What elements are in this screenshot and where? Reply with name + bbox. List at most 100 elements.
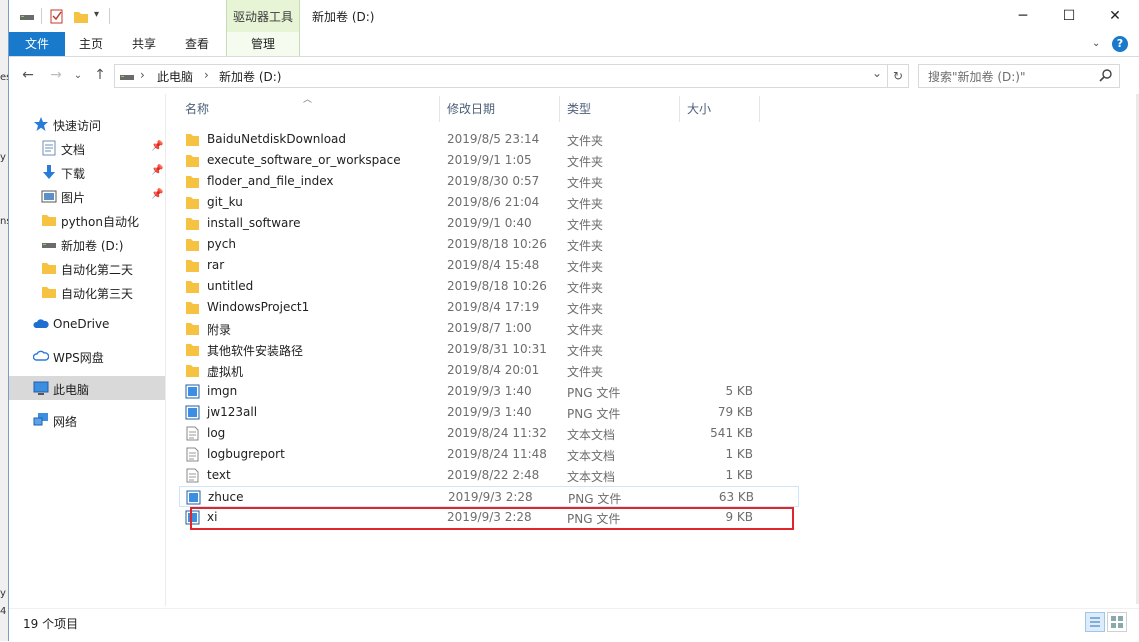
breadcrumb-separator[interactable]: › (140, 68, 145, 82)
sidebar-item-automation-day2[interactable]: 自动化第二天 (9, 256, 165, 280)
column-divider[interactable] (439, 96, 440, 122)
up-button[interactable]: ↑ (91, 66, 109, 84)
file-row[interactable]: text 2019/8/22 2:48 文本文档 1 KB (179, 465, 799, 486)
sidebar-item-python-automation[interactable]: python自动化 (9, 208, 165, 232)
details-view-button[interactable] (1085, 612, 1105, 632)
column-header-size[interactable]: 大小 (687, 100, 711, 117)
tab-home[interactable]: 主页 (71, 32, 111, 56)
minimize-button[interactable]: ─ (1000, 0, 1046, 32)
file-type: 文件夹 (567, 134, 604, 148)
file-date: 2019/9/3 1:40 (447, 405, 532, 419)
column-divider[interactable] (759, 96, 760, 122)
column-header-type[interactable]: 类型 (567, 100, 591, 117)
folder-icon (185, 363, 200, 378)
column-header-date[interactable]: 修改日期 (447, 100, 495, 117)
file-name: BaiduNetdiskDownload (207, 132, 347, 146)
explorer-window: ▾ 驱动器工具 新加卷 (D:) ─ ☐ ✕ 文件 主页 共享 查看 管理 ⌄ … (8, 0, 1139, 641)
tab-view[interactable]: 查看 (177, 32, 217, 56)
folder-icon (185, 153, 200, 168)
file-row[interactable]: imgn 2019/9/3 1:40 PNG 文件 5 KB (179, 381, 799, 402)
folder-icon (185, 216, 200, 231)
refresh-button[interactable]: ↻ (888, 64, 909, 88)
status-bar: 19 个项目 (9, 608, 1139, 642)
file-row[interactable]: 附录 2019/8/7 1:00 文件夹 (179, 318, 799, 339)
drive-small-icon[interactable] (19, 8, 35, 24)
customize-quick-access-icon[interactable]: ▾ (94, 9, 99, 20)
sidebar-item-downloads[interactable]: 下载 📌 (9, 160, 165, 184)
file-row[interactable]: BaiduNetdiskDownload 2019/8/5 23:14 文件夹 (179, 129, 799, 150)
sidebar-item-drive-d[interactable]: 新加卷 (D:) (9, 232, 165, 256)
sidebar-item-automation-day3[interactable]: 自动化第三天 (9, 280, 165, 304)
sidebar-item-quick-access[interactable]: 快速访问 (9, 112, 165, 136)
drive-icon (119, 68, 135, 87)
maximize-button[interactable]: ☐ (1046, 0, 1092, 32)
pin-icon[interactable]: 📌 (151, 165, 163, 176)
breadcrumb-this-pc[interactable]: 此电脑 (157, 68, 193, 85)
column-divider[interactable] (679, 96, 680, 122)
file-date: 2019/8/30 0:57 (447, 174, 540, 188)
file-row[interactable]: untitled 2019/8/18 10:26 文件夹 (179, 276, 799, 297)
file-date: 2019/8/24 11:48 (447, 447, 547, 461)
file-row[interactable]: pych 2019/8/18 10:26 文件夹 (179, 234, 799, 255)
file-type: 文件夹 (567, 176, 604, 190)
column-header-name[interactable]: 名称 (185, 100, 209, 117)
forward-button[interactable]: → (47, 66, 65, 84)
large-icons-view-button[interactable] (1107, 612, 1127, 632)
sidebar-item-label: OneDrive (53, 317, 110, 331)
help-icon[interactable]: ? (1112, 36, 1128, 52)
expand-ribbon-icon[interactable]: ⌄ (1092, 38, 1100, 49)
breadcrumb-drive[interactable]: 新加卷 (D:) (219, 68, 281, 85)
file-name: git_ku (207, 195, 243, 209)
search-input[interactable]: 搜索"新加卷 (D:)" (928, 68, 1026, 85)
file-row[interactable]: jw123all 2019/9/3 1:40 PNG 文件 79 KB (179, 402, 799, 423)
sidebar-item-onedrive[interactable]: OneDrive (9, 312, 165, 336)
sidebar-item-label: 此电脑 (53, 383, 90, 397)
search-box[interactable]: 搜索"新加卷 (D:)" (918, 64, 1120, 88)
file-row[interactable]: execute_software_or_workspace 2019/9/1 1:… (179, 150, 799, 171)
close-button[interactable]: ✕ (1092, 0, 1138, 32)
sidebar-item-pictures[interactable]: 图片 📌 (9, 184, 165, 208)
file-row[interactable]: install_software 2019/9/1 0:40 文件夹 (179, 213, 799, 234)
pin-icon[interactable]: 📌 (151, 189, 163, 200)
back-button[interactable]: ← (19, 66, 37, 84)
file-row[interactable]: 虚拟机 2019/8/4 20:01 文件夹 (179, 360, 799, 381)
item-count: 19 个项目 (23, 617, 79, 631)
sidebar-item-this-pc[interactable]: 此电脑 (9, 376, 165, 400)
file-row[interactable]: git_ku 2019/8/6 21:04 文件夹 (179, 192, 799, 213)
navigation-pane: 快速访问 文档 📌 下载 📌 图片 📌 python自动化 新加卷 (D:) 自… (9, 94, 166, 606)
tab-manage[interactable]: 管理 (226, 32, 300, 56)
new-folder-icon[interactable] (73, 8, 89, 24)
file-row[interactable]: 其他软件安装路径 2019/8/31 10:31 文件夹 (179, 339, 799, 360)
address-bar[interactable]: › 此电脑 › 新加卷 (D:) ⌄ (114, 64, 888, 88)
file-row[interactable]: log 2019/8/24 11:32 文本文档 541 KB (179, 423, 799, 444)
tab-file[interactable]: 文件 (9, 32, 65, 56)
sidebar-item-label: 快速访问 (53, 119, 102, 133)
file-date: 2019/8/18 10:26 (447, 237, 547, 251)
pin-icon[interactable]: 📌 (151, 141, 163, 152)
recent-locations-icon[interactable]: ⌄ (69, 66, 87, 84)
png-file-icon (186, 490, 201, 505)
sidebar-item-network[interactable]: 网络 (9, 408, 165, 432)
tab-share[interactable]: 共享 (124, 32, 164, 56)
file-name: jw123all (207, 405, 258, 419)
file-row[interactable]: WindowsProject1 2019/8/4 17:19 文件夹 (179, 297, 799, 318)
breadcrumb-separator[interactable]: › (204, 68, 209, 82)
file-type: 文件夹 (567, 197, 604, 211)
document-icon (41, 140, 57, 156)
folder-icon (185, 300, 200, 315)
address-dropdown-icon[interactable]: ⌄ (872, 66, 882, 80)
sidebar-item-documents[interactable]: 文档 📌 (9, 136, 165, 160)
search-icon[interactable] (1099, 68, 1113, 85)
folder-icon (185, 174, 200, 189)
file-size: 541 KB (710, 426, 753, 440)
sidebar-item-label: 网络 (53, 415, 78, 429)
file-row[interactable]: zhuce 2019/9/3 2:28 PNG 文件 63 KB (179, 486, 799, 507)
file-row[interactable]: rar 2019/8/4 15:48 文件夹 (179, 255, 799, 276)
properties-icon[interactable] (49, 8, 65, 24)
title-bar: ▾ 驱动器工具 新加卷 (D:) ─ ☐ ✕ (9, 0, 1139, 32)
text-file-icon (185, 468, 200, 483)
file-row[interactable]: floder_and_file_index 2019/8/30 0:57 文件夹 (179, 171, 799, 192)
sidebar-item-wps-drive[interactable]: WPS网盘 (9, 344, 165, 368)
column-divider[interactable] (559, 96, 560, 122)
file-row[interactable]: logbugreport 2019/8/24 11:48 文本文档 1 KB (179, 444, 799, 465)
